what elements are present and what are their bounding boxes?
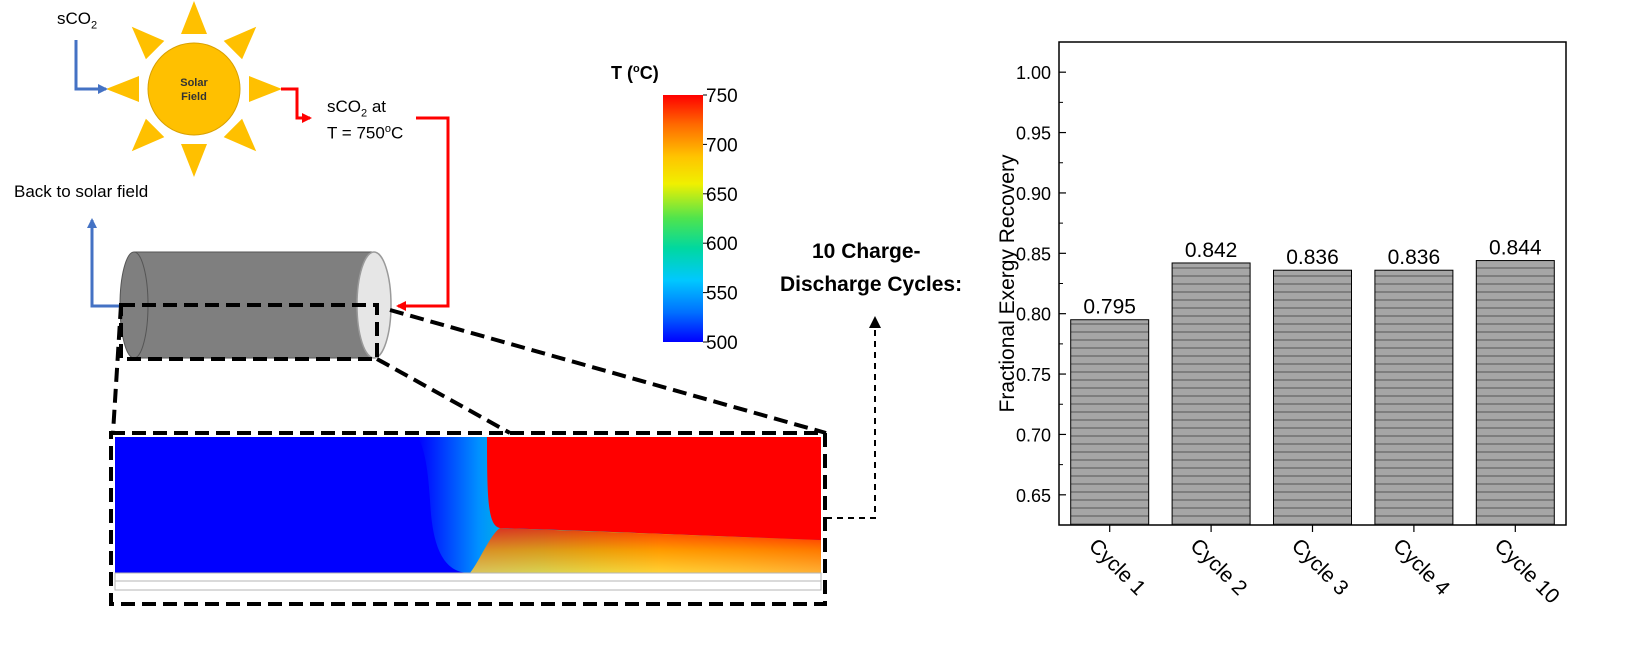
solar-field-disc bbox=[147, 42, 241, 136]
colorbar-ticks: 750 700 650 600 550 500 bbox=[703, 86, 738, 354]
cycles-arrow bbox=[826, 316, 881, 519]
temperature-colorbar bbox=[663, 95, 703, 342]
colorbar-title: T (oC) bbox=[611, 63, 659, 83]
bar bbox=[1171, 262, 1251, 526]
return-pipe bbox=[87, 218, 120, 308]
y-tick-label: 0.85 bbox=[1016, 244, 1051, 264]
sun-icon bbox=[106, 1, 282, 177]
sun-ray bbox=[106, 76, 139, 102]
y-tick-label: 1.00 bbox=[1016, 63, 1051, 83]
outlet-flow-arrow bbox=[281, 87, 312, 123]
inlet-label: sCO2 bbox=[57, 9, 98, 32]
cycles-label-line-2: Discharge Cycles: bbox=[780, 273, 963, 296]
sun-ray bbox=[181, 1, 207, 34]
x-tick-label: Cycle 10 bbox=[1490, 534, 1564, 608]
colorbar-tick-label: 750 bbox=[706, 86, 738, 107]
bar bbox=[1070, 319, 1150, 526]
bar-value-label: 0.836 bbox=[1388, 246, 1441, 269]
back-to-solar-field-label: Back to solar field bbox=[14, 182, 149, 201]
hot-supply-pipe bbox=[396, 116, 450, 311]
outlet-label-2: T = 750oC bbox=[327, 123, 404, 143]
cycles-label-line-1: 10 Charge- bbox=[812, 240, 921, 263]
colorbar-tick-label: 550 bbox=[706, 284, 738, 305]
bar-value-label: 0.844 bbox=[1489, 237, 1542, 260]
solar-field-label-1: Solar bbox=[180, 77, 208, 89]
y-tick-label: 0.90 bbox=[1016, 184, 1051, 204]
y-tick-label: 0.95 bbox=[1016, 124, 1051, 144]
zoom-line-right bbox=[389, 308, 827, 435]
y-tick-label: 0.80 bbox=[1016, 305, 1051, 325]
bar-value-label: 0.842 bbox=[1185, 239, 1238, 262]
x-tick-label: Cycle 3 bbox=[1287, 534, 1353, 600]
colorbar-tick-label: 600 bbox=[706, 234, 738, 255]
colorbar-tick-label: 700 bbox=[706, 135, 738, 156]
sun-ray bbox=[131, 26, 165, 60]
y-tick-label: 0.65 bbox=[1016, 486, 1051, 506]
bar bbox=[1475, 260, 1555, 526]
zoom-line-mid bbox=[376, 357, 511, 435]
figure-canvas: Solar Field 750 700 650 600 550 500 0.795 0.84… bbox=[74, 1, 1567, 608]
sun-ray bbox=[223, 26, 257, 60]
colorbar-tick-label: 500 bbox=[706, 333, 738, 354]
colorbar-tick-label: 650 bbox=[706, 185, 738, 206]
bar bbox=[1273, 269, 1352, 526]
x-tick-label: Cycle 2 bbox=[1186, 534, 1252, 600]
exergy-bar-chart: 0.795 0.842 0.836 0.836 0.844 0.65 0.70 0.75 0.… bbox=[996, 41, 1567, 608]
chart-bars: 0.795 0.842 0.836 0.836 0.844 bbox=[1070, 237, 1555, 526]
solar-field-label-2: Field bbox=[181, 91, 207, 103]
sun-ray bbox=[223, 118, 257, 152]
sun-ray bbox=[181, 144, 207, 177]
inlet-flow-arrow bbox=[74, 40, 108, 94]
sun-ray bbox=[249, 76, 282, 102]
outlet-label-1: sCO2 at bbox=[327, 97, 387, 120]
bar-value-label: 0.795 bbox=[1083, 296, 1136, 319]
bar bbox=[1374, 269, 1454, 526]
y-axis-label: Fractional Exergy Recovery bbox=[996, 154, 1019, 412]
x-tick-label: Cycle 4 bbox=[1388, 534, 1454, 600]
y-tick-label: 0.75 bbox=[1016, 365, 1051, 385]
y-tick-label: 0.70 bbox=[1016, 425, 1051, 445]
sun-ray bbox=[131, 118, 165, 152]
x-tick-label: Cycle 1 bbox=[1084, 534, 1150, 600]
bar-value-label: 0.836 bbox=[1286, 246, 1339, 269]
temperature-contour bbox=[114, 437, 822, 591]
